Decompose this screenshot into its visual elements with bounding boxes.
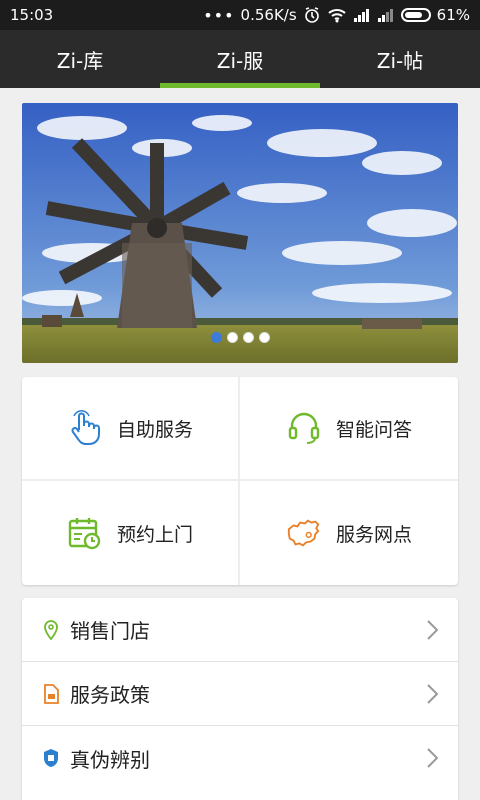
top-tabs: Zi-库 Zi-服 Zi-帖 [0, 30, 480, 88]
grid-label-service-outlets: 服务网点 [335, 523, 412, 546]
china-map-icon [286, 515, 322, 551]
tab-zi-fu[interactable]: Zi-服 [160, 30, 320, 88]
grid-label-self-service: 自助服务 [116, 418, 193, 441]
signal-icon-2 [377, 9, 393, 22]
service-grid: 自助服务 智能问答 预约上门 服务网点 [22, 377, 458, 585]
grid-item-smart-qa[interactable]: 智能问答 [240, 377, 458, 481]
tab-zi-ku[interactable]: Zi-库 [0, 30, 160, 88]
list-label-authenticity: 真伪辨别 [70, 747, 150, 772]
list-label-service-policy: 服务政策 [70, 683, 150, 707]
info-list: 销售门店 服务政策 真伪辨别 [22, 598, 458, 800]
document-icon [42, 683, 60, 705]
carousel-dot-4[interactable] [258, 332, 270, 343]
windmill-banner-image [22, 103, 458, 363]
list-item-service-policy[interactable]: 服务政策 [22, 662, 458, 726]
status-icons: ••• 0.56K/s 61% [203, 6, 470, 25]
hand-pointer-icon [67, 410, 103, 446]
battery-percent: 61% [436, 6, 470, 24]
chevron-right-icon [427, 748, 439, 768]
carousel-dot-2[interactable] [226, 332, 238, 343]
banner-carousel[interactable] [22, 103, 458, 363]
network-speed: 0.56K/s [240, 6, 297, 24]
list-label-sales-stores: 销售门店 [70, 619, 150, 643]
chevron-right-icon [427, 683, 439, 704]
battery-icon [400, 8, 431, 22]
grid-item-self-service[interactable]: 自助服务 [22, 377, 240, 481]
status-time: 15:03 [10, 6, 54, 24]
grid-label-smart-qa: 智能问答 [335, 418, 412, 441]
grid-item-appointment[interactable]: 预约上门 [22, 481, 240, 585]
more-dots-icon: ••• [203, 5, 235, 25]
calendar-icon [67, 515, 103, 551]
wifi-icon [327, 9, 346, 23]
alarm-icon [304, 7, 319, 23]
list-item-sales-stores[interactable]: 销售门店 [22, 598, 458, 662]
status-bar: 15:03 ••• 0.56K/s 61% [0, 0, 480, 30]
grid-item-service-outlets[interactable]: 服务网点 [240, 481, 458, 585]
list-item-authenticity[interactable]: 真伪辨别 [22, 726, 458, 790]
grid-label-appointment: 预约上门 [116, 523, 193, 546]
carousel-indicator [22, 332, 458, 343]
tab-zi-tie[interactable]: Zi-帖 [320, 30, 480, 88]
signal-icon-1 [353, 9, 369, 22]
carousel-dot-1[interactable] [210, 332, 222, 343]
shield-icon [42, 747, 60, 769]
carousel-dot-3[interactable] [242, 332, 254, 343]
headset-icon [286, 410, 322, 446]
location-pin-icon [42, 619, 60, 641]
chevron-right-icon [427, 619, 439, 640]
